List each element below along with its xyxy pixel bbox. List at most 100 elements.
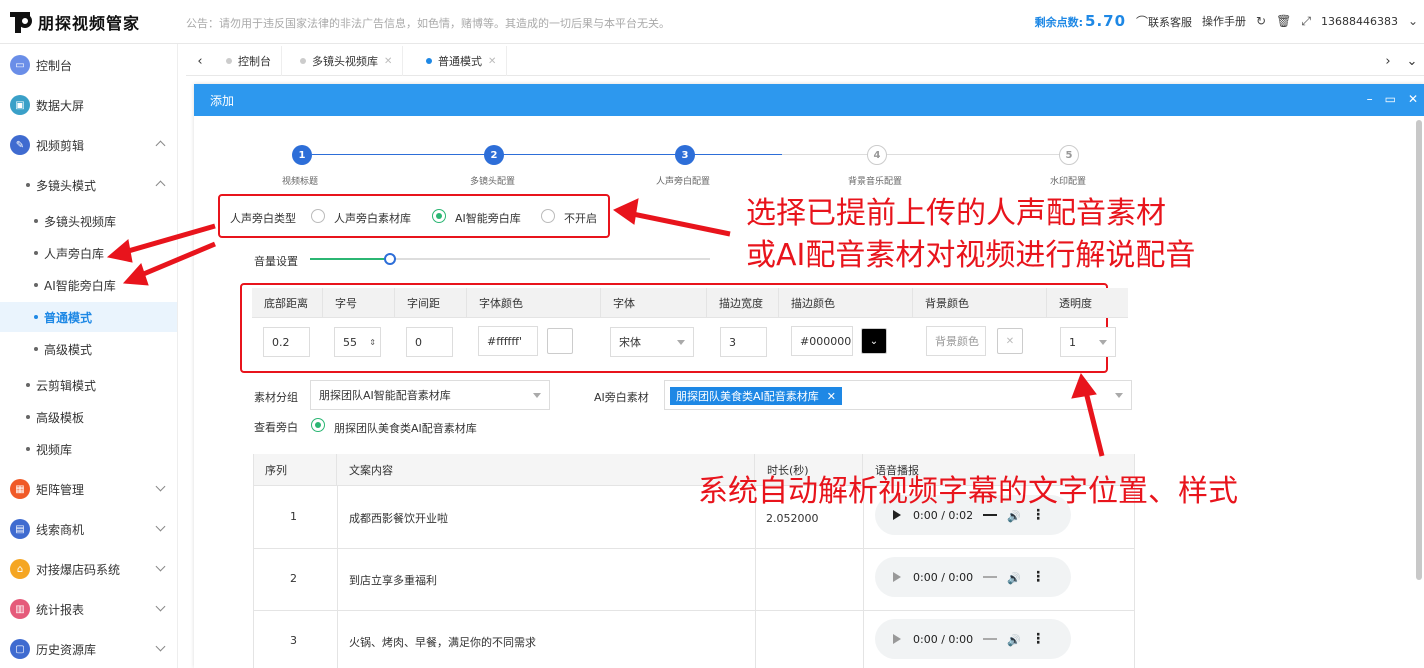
- opacity-select[interactable]: 1: [1060, 327, 1116, 357]
- font-size-stepper[interactable]: 55 ⇕: [334, 327, 381, 357]
- top-bar: 朋探视频管家 公告：请勿用于违反国家法律的非法广告信息，如色情，赌博等。其造成的…: [0, 0, 1424, 44]
- group-select[interactable]: 朋探团队AI智能配音素材库: [310, 380, 550, 410]
- stepper-icon[interactable]: ⇕: [369, 338, 376, 347]
- radio-disabled[interactable]: [541, 209, 555, 223]
- progress-bar[interactable]: [983, 638, 998, 640]
- refresh-icon[interactable]: ↻: [1256, 14, 1266, 28]
- col-header: 透明度: [1059, 297, 1092, 310]
- row-text: 成都西影餐饮开业啦: [349, 512, 448, 525]
- manual-link[interactable]: 操作手册: [1202, 13, 1246, 29]
- bottom-distance-input[interactable]: 0.2: [263, 327, 310, 357]
- sidebar-item-store-code[interactable]: ⌂ 对接爆店码系统: [0, 554, 177, 584]
- sidebar-item-multi-shot[interactable]: 多镜头模式: [0, 170, 177, 200]
- sidebar-item-normal-mode[interactable]: 普通模式: [0, 302, 177, 332]
- radio-view-option[interactable]: [311, 418, 325, 432]
- step-3[interactable]: 3: [675, 145, 695, 165]
- stroke-color-swatch[interactable]: ⌄: [861, 328, 887, 354]
- sidebar-label: AI智能旁白库: [44, 278, 116, 293]
- play-icon[interactable]: [893, 510, 901, 520]
- chevron-down-icon[interactable]: ⌄: [1408, 14, 1418, 28]
- fullscreen-icon[interactable]: ⤢: [1301, 14, 1311, 29]
- tab-multi-shot-library[interactable]: 多镜头视频库 ✕: [290, 46, 404, 76]
- sidebar-item-reports[interactable]: ▥ 统计报表: [0, 594, 177, 624]
- radio-ai-voice-library[interactable]: [432, 209, 446, 223]
- bg-color-input[interactable]: 背景颜色: [926, 326, 986, 356]
- step-4[interactable]: 4: [867, 145, 887, 165]
- maximize-icon[interactable]: ▭: [1385, 92, 1396, 106]
- chevron-down-icon: [155, 561, 166, 572]
- sidebar-item-multi-shot-library[interactable]: 多镜头视频库: [0, 206, 177, 236]
- logo[interactable]: 朋探视频管家: [8, 8, 148, 36]
- sidebar-label: 多镜头视频库: [44, 214, 117, 229]
- sidebar-item-history[interactable]: ▢ 历史资源库: [0, 634, 177, 664]
- tag-close-icon[interactable]: ✕: [827, 390, 836, 403]
- sidebar-item-advanced-mode[interactable]: 高级模式: [0, 334, 177, 364]
- bar-chart-icon: ▥: [10, 599, 30, 619]
- stroke-color-input[interactable]: #000000: [791, 326, 853, 356]
- step-1[interactable]: 1: [292, 145, 312, 165]
- caret-down-icon: [533, 393, 541, 398]
- radio-label: 人声旁白素材库: [334, 212, 411, 225]
- step-label: 视频标题: [282, 177, 319, 187]
- step-2[interactable]: 2: [484, 145, 504, 165]
- sidebar-label: 数据大屏: [36, 98, 85, 113]
- chevron-down-icon: [155, 641, 166, 652]
- bg-color-swatch[interactable]: ✕: [997, 328, 1023, 354]
- table-border: [253, 610, 1135, 611]
- volume-fill: [310, 258, 390, 260]
- more-icon[interactable]: ⋮: [1031, 631, 1045, 647]
- volume-icon[interactable]: 🔊: [1007, 634, 1021, 647]
- stroke-width-input[interactable]: 3: [720, 327, 767, 357]
- close-icon[interactable]: ✕: [1408, 92, 1418, 106]
- font-select[interactable]: 宋体: [610, 327, 694, 357]
- font-color-input[interactable]: #ffffff': [478, 326, 538, 356]
- radio-voice-library[interactable]: [311, 209, 325, 223]
- close-icon[interactable]: ✕: [488, 56, 496, 67]
- sidebar-label: 历史资源库: [36, 642, 97, 657]
- sidebar-item-video-library[interactable]: 视频库: [0, 434, 177, 464]
- volume-knob[interactable]: [384, 253, 396, 265]
- play-icon[interactable]: [893, 634, 901, 644]
- step-label: 人声旁白配置: [656, 177, 711, 187]
- minimize-icon[interactable]: –: [1367, 92, 1373, 106]
- font-color-swatch[interactable]: [547, 328, 573, 354]
- headset-icon: ⌒: [1136, 14, 1149, 29]
- audio-player[interactable]: 0:00 / 0:00 🔊 ⋮: [875, 619, 1071, 659]
- sidebar-label: 多镜头模式: [36, 178, 97, 193]
- close-icon[interactable]: ✕: [384, 56, 392, 67]
- volume-icon[interactable]: 🔊: [1007, 572, 1021, 585]
- tab-dashboard[interactable]: 控制台: [216, 46, 282, 76]
- tab-scroll-left-icon[interactable]: ‹: [188, 46, 212, 76]
- sidebar-item-cloud-edit[interactable]: 云剪辑模式: [0, 370, 177, 400]
- more-icon[interactable]: ⋮: [1031, 569, 1045, 585]
- tab-menu-icon[interactable]: ⌄: [1400, 46, 1424, 76]
- audio-player[interactable]: 0:00 / 0:00 🔊 ⋮: [875, 557, 1071, 597]
- bullet-icon: [26, 415, 30, 419]
- volume-label: 音量设置: [254, 255, 298, 268]
- sidebar-label: 高级模式: [44, 342, 93, 357]
- sidebar-item-matrix[interactable]: ▦ 矩阵管理: [0, 474, 177, 504]
- sidebar-item-dashboard[interactable]: ▭ 控制台: [0, 50, 177, 80]
- tab-scroll-right-icon[interactable]: ›: [1376, 46, 1400, 76]
- sidebar-item-ai-voice-library[interactable]: AI智能旁白库: [0, 270, 177, 300]
- sidebar-item-voice-library[interactable]: 人声旁白库: [0, 238, 177, 268]
- user-menu[interactable]: 13688446383: [1321, 15, 1398, 28]
- col-header: 字体颜色: [467, 288, 601, 318]
- step-5[interactable]: 5: [1059, 145, 1079, 165]
- col-header: 字号: [323, 288, 395, 318]
- trash-icon[interactable]: 🗑: [1276, 14, 1291, 28]
- sidebar-item-advanced-template[interactable]: 高级模板: [0, 402, 177, 432]
- sidebar-item-leads[interactable]: ▤ 线索商机: [0, 514, 177, 544]
- progress-bar[interactable]: [983, 576, 998, 578]
- scrollbar[interactable]: [1416, 120, 1422, 580]
- tab-normal-mode[interactable]: 普通模式 ✕: [416, 46, 508, 76]
- support-link[interactable]: ⌒联系客服: [1136, 13, 1192, 30]
- col-header: 字间距: [395, 288, 467, 318]
- letter-spacing-input[interactable]: 0: [406, 327, 453, 357]
- volume-icon[interactable]: 🔊: [1007, 510, 1021, 523]
- progress-bar[interactable]: [983, 514, 998, 516]
- play-icon[interactable]: [893, 572, 901, 582]
- sidebar-item-data-screen[interactable]: ▣ 数据大屏: [0, 90, 177, 120]
- sidebar-item-video-edit[interactable]: ✎ 视频剪辑: [0, 130, 177, 160]
- step-remaining-line: [782, 154, 1070, 155]
